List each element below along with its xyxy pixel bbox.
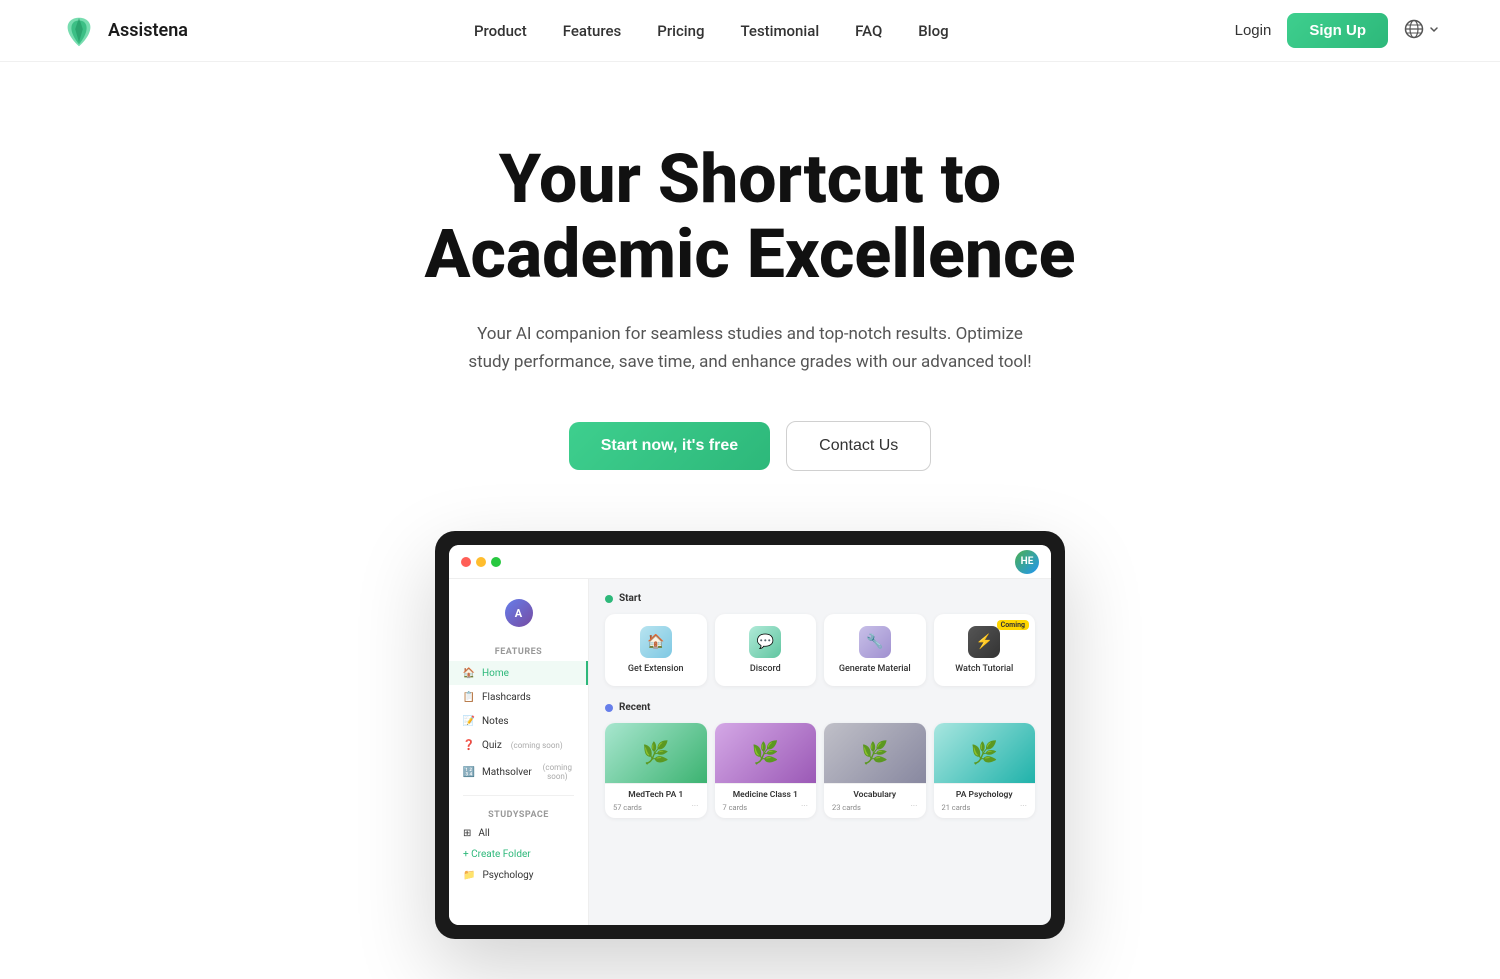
nav-links: Product Features Pricing Testimonial FAQ… xyxy=(474,21,949,40)
brand-name: Assistena xyxy=(108,20,188,41)
app-inner: A Features 🏠 Home 📋 Flashcards 📝 xyxy=(449,579,1051,925)
app-sidebar: A Features 🏠 Home 📋 Flashcards 📝 xyxy=(449,579,589,925)
nav-blog[interactable]: Blog xyxy=(918,22,948,40)
sidebar-item-home[interactable]: 🏠 Home xyxy=(449,661,588,685)
signup-button[interactable]: Sign Up xyxy=(1287,13,1388,48)
language-selector[interactable] xyxy=(1404,19,1440,43)
sidebar-studyspace-label: Studyspace xyxy=(449,804,588,824)
chevron-down-icon xyxy=(1428,23,1440,39)
medicine-more-icon[interactable]: ··· xyxy=(801,802,808,812)
start-free-button[interactable]: Start now, it's free xyxy=(569,422,770,470)
psychology-more-icon[interactable]: ··· xyxy=(1020,802,1027,812)
maximize-dot xyxy=(491,557,501,567)
folder-icon: ⊞ xyxy=(463,828,471,839)
home-icon: 🏠 xyxy=(463,667,475,679)
vocab-info: Vocabulary 23 cards ··· xyxy=(824,783,926,818)
notes-icon: 📝 xyxy=(463,715,475,727)
psychology-info: PA Psychology 21 cards ··· xyxy=(934,783,1036,818)
user-avatar: HE xyxy=(1015,550,1039,574)
window-controls xyxy=(461,557,501,567)
start-section-title: Start xyxy=(605,593,1035,604)
logo-icon xyxy=(60,12,98,50)
psychology-thumb: 🌿 xyxy=(934,723,1036,783)
quick-cards-grid: 🏠 Get Extension 💬 Discord 🔧 Generate Mat… xyxy=(605,614,1035,686)
app-preview: HE A Features 🏠 Home xyxy=(60,531,1440,939)
recent-card-vocab[interactable]: 🌿 Vocabulary 23 cards ··· xyxy=(824,723,926,818)
generate-icon: 🔧 xyxy=(859,626,891,658)
globe-icon xyxy=(1404,19,1424,43)
quiz-icon: ❓ xyxy=(463,739,475,751)
recent-cards-grid: 🌿 MedTech PA 1 57 cards ··· xyxy=(605,723,1035,818)
quick-card-extension[interactable]: 🏠 Get Extension xyxy=(605,614,707,686)
sidebar-divider xyxy=(463,795,574,796)
sidebar-folder-all[interactable]: ⊞ All xyxy=(449,824,588,843)
nav-faq[interactable]: FAQ xyxy=(855,22,882,40)
nav-pricing[interactable]: Pricing xyxy=(657,22,704,40)
device-frame: HE A Features 🏠 Home xyxy=(435,531,1065,939)
discord-icon: 💬 xyxy=(749,626,781,658)
recent-card-psychology[interactable]: 🌿 PA Psychology 21 cards ··· xyxy=(934,723,1036,818)
contact-us-button[interactable]: Contact Us xyxy=(786,421,931,471)
recent-card-medicine[interactable]: 🌿 Medicine Class 1 7 cards ··· xyxy=(715,723,817,818)
quick-card-tutorial[interactable]: ⚡ Coming Watch Tutorial xyxy=(934,614,1036,686)
sidebar-item-mathsolver[interactable]: 🔢 Mathsolver (coming soon) xyxy=(449,757,588,787)
vocab-thumb: 🌿 xyxy=(824,723,926,783)
medicine-thumb: 🌿 xyxy=(715,723,817,783)
sidebar-features-label: Features xyxy=(449,641,588,661)
coming-badge: Coming xyxy=(997,620,1029,630)
navbar: Assistena Product Features Pricing Testi… xyxy=(0,0,1500,62)
medtech-thumb: 🌿 xyxy=(605,723,707,783)
folder-sub-icon: 📁 xyxy=(463,870,475,881)
recent-card-medtech[interactable]: 🌿 MedTech PA 1 57 cards ··· xyxy=(605,723,707,818)
recent-section-title: Recent xyxy=(605,702,1035,713)
app-main: Start 🏠 Get Extension 💬 Discord xyxy=(589,579,1051,925)
medtech-info: MedTech PA 1 57 cards ··· xyxy=(605,783,707,818)
sidebar-user: A xyxy=(449,591,588,641)
nav-features[interactable]: Features xyxy=(563,22,621,40)
nav-product[interactable]: Product xyxy=(474,22,527,40)
tutorial-icon: ⚡ xyxy=(968,626,1000,658)
medtech-more-icon[interactable]: ··· xyxy=(691,802,698,812)
flashcards-icon: 📋 xyxy=(463,691,475,703)
quick-card-generate[interactable]: 🔧 Generate Material xyxy=(824,614,926,686)
login-button[interactable]: Login xyxy=(1235,22,1272,39)
sidebar-item-notes[interactable]: 📝 Notes xyxy=(449,709,588,733)
medicine-info: Medicine Class 1 7 cards ··· xyxy=(715,783,817,818)
hero-buttons: Start now, it's free Contact Us xyxy=(569,421,932,471)
hero-subtitle: Your AI companion for seamless studies a… xyxy=(460,320,1040,378)
hero-section: Your Shortcut to Academic Excellence You… xyxy=(0,62,1500,979)
device-screen: A Features 🏠 Home 📋 Flashcards 📝 xyxy=(449,545,1051,925)
sidebar-item-quiz[interactable]: ❓ Quiz (coming soon) xyxy=(449,733,588,757)
nav-right: Login Sign Up xyxy=(1235,13,1440,48)
sidebar-create-folder[interactable]: + Create Folder xyxy=(449,843,588,866)
quick-card-discord[interactable]: 💬 Discord xyxy=(715,614,817,686)
hero-title: Your Shortcut to Academic Excellence xyxy=(425,142,1076,292)
vocab-more-icon[interactable]: ··· xyxy=(910,802,917,812)
mathsolver-icon: 🔢 xyxy=(463,766,475,778)
nav-testimonial[interactable]: Testimonial xyxy=(740,22,819,40)
close-dot xyxy=(461,557,471,567)
sidebar-avatar: A xyxy=(505,599,533,627)
sidebar-item-flashcards[interactable]: 📋 Flashcards xyxy=(449,685,588,709)
minimize-dot xyxy=(476,557,486,567)
sidebar-folder-psychology[interactable]: 📁 Psychology xyxy=(449,866,588,885)
extension-icon: 🏠 xyxy=(640,626,672,658)
brand-logo[interactable]: Assistena xyxy=(60,12,188,50)
